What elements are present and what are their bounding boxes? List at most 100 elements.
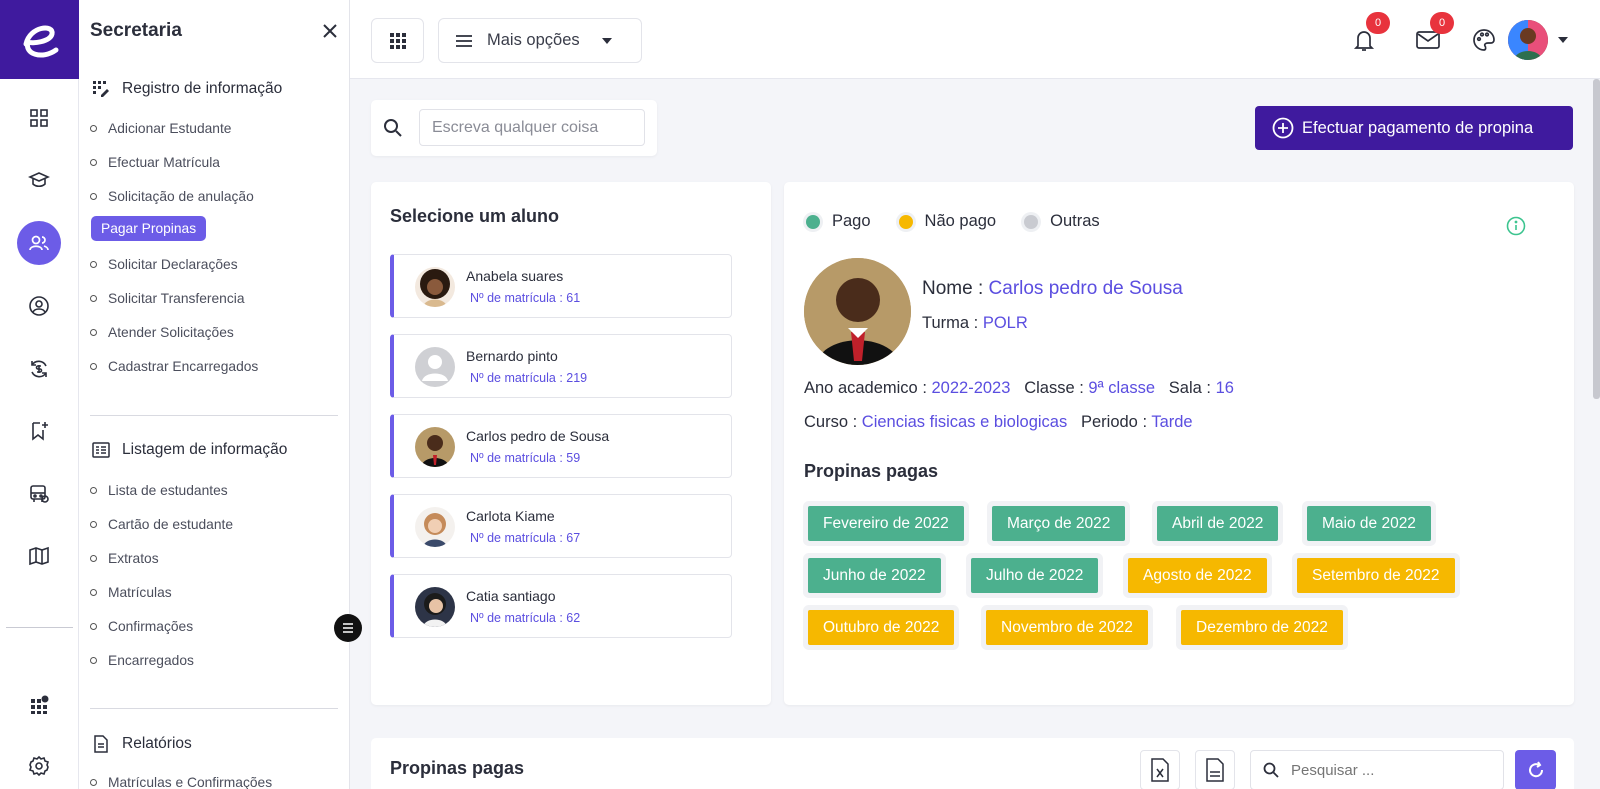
- close-icon[interactable]: [321, 22, 339, 40]
- student-name-row: Nome : Carlos pedro de Sousa: [922, 278, 1183, 299]
- panel-toggle-button[interactable]: [334, 614, 362, 642]
- bus-icon[interactable]: [17, 472, 61, 516]
- search-card: [371, 100, 657, 156]
- menu-cartao-estudante[interactable]: Cartão de estudante: [90, 517, 233, 532]
- legend-paid: Pago: [806, 212, 871, 231]
- student-item[interactable]: Catia santiago Nº de matrícula : 62: [390, 574, 732, 638]
- csv-export-icon: [1206, 758, 1224, 782]
- users-icon[interactable]: [17, 221, 61, 265]
- refresh-button[interactable]: [1515, 750, 1556, 789]
- menu-extratos[interactable]: Extratos: [90, 551, 159, 566]
- bookmark-add-icon[interactable]: [17, 409, 61, 453]
- search-icon: [1263, 762, 1279, 778]
- menu-cadastrar-encarregados[interactable]: Cadastrar Encarregados: [90, 359, 258, 374]
- academic-year-row: Ano academico : 2022-2023 Classe : 9ª cl…: [804, 379, 1234, 397]
- apps-button[interactable]: [371, 18, 424, 63]
- menu-matriculas[interactable]: Matrículas: [90, 585, 172, 600]
- secretaria-panel: Secretaria Registro de informação Adicio…: [79, 0, 350, 789]
- book-map-icon[interactable]: [17, 534, 61, 578]
- students-card: Selecione um aluno Anabela suares Nº de …: [371, 182, 771, 705]
- menu-lista-estudantes[interactable]: Lista de estudantes: [90, 483, 228, 498]
- menu-pagar-propinas[interactable]: Pagar Propinas: [91, 216, 207, 241]
- search-icon: [384, 119, 402, 137]
- student-item[interactable]: Carlota Kiame Nº de matrícula : 67: [390, 494, 732, 558]
- student-photo: [415, 267, 455, 307]
- settings-icon[interactable]: [17, 744, 61, 788]
- student-list[interactable]: Anabela suares Nº de matrícula : 61 Bern…: [390, 254, 737, 654]
- dashboard-icon[interactable]: [17, 96, 61, 140]
- search-input[interactable]: [419, 109, 645, 146]
- month-chip[interactable]: Setembro de 2022: [1297, 558, 1455, 593]
- export-csv-button[interactable]: [1195, 750, 1235, 789]
- panel-title: Secretaria: [90, 20, 182, 41]
- topbar: Mais opções 0 0: [350, 0, 1600, 79]
- month-chip[interactable]: Novembro de 2022: [986, 610, 1148, 645]
- apps-badge-icon[interactable]: [17, 682, 61, 726]
- paid-fees-title: Propinas pagas: [804, 461, 939, 481]
- section-registro[interactable]: Registro de informação: [92, 80, 282, 98]
- menu-solicitar-transferencia[interactable]: Solicitar Transferencia: [90, 291, 245, 306]
- menu-encarregados[interactable]: Encarregados: [90, 653, 194, 668]
- month-chip[interactable]: Março de 2022: [992, 506, 1126, 541]
- list-card-icon: [92, 442, 110, 458]
- plus-circle-icon: [1272, 117, 1294, 139]
- avatar-caret-icon[interactable]: [1558, 37, 1568, 43]
- month-chip[interactable]: Fevereiro de 2022: [808, 506, 964, 541]
- more-options-label: Mais opções: [487, 31, 580, 49]
- menu-solicitacao-anulacao[interactable]: Solicitação de anulação: [90, 189, 254, 204]
- menu-atender-solicitacoes[interactable]: Atender Solicitações: [90, 325, 234, 340]
- status-legend: Pago Não pago Outras: [806, 212, 1100, 231]
- menu-adicionar-estudante[interactable]: Adicionar Estudante: [90, 121, 232, 136]
- student-detail-card: Pago Não pago Outras Nome : Carlos pedro…: [784, 182, 1574, 705]
- student-item[interactable]: Anabela suares Nº de matrícula : 61: [390, 254, 732, 318]
- month-chip[interactable]: Junho de 2022: [808, 558, 941, 593]
- student-photo: [415, 507, 455, 547]
- month-chip[interactable]: Agosto de 2022: [1128, 558, 1267, 593]
- menu-matriculas-confirmacoes[interactable]: Matrículas e Confirmações: [90, 775, 272, 789]
- page-scrollbar[interactable]: [1593, 79, 1600, 399]
- menu-confirmacoes[interactable]: Confirmações: [90, 619, 193, 634]
- course-row: Curso : Ciencias fisicas e biologicas Pe…: [804, 413, 1193, 431]
- menu-efectuar-matricula[interactable]: Efectuar Matrícula: [90, 155, 220, 170]
- menu-icon: [343, 623, 353, 633]
- icon-rail: [0, 0, 79, 789]
- menu-solicitar-declaracoes[interactable]: Solicitar Declarações: [90, 257, 238, 272]
- students-title: Selecione um aluno: [390, 206, 560, 226]
- section-relatorios[interactable]: Relatórios: [92, 735, 192, 753]
- student-photo: [415, 427, 455, 467]
- panel-divider: [90, 708, 338, 709]
- month-chip[interactable]: Maio de 2022: [1307, 506, 1431, 541]
- month-chip[interactable]: Julho de 2022: [971, 558, 1099, 593]
- export-excel-button[interactable]: [1140, 750, 1180, 789]
- app-logo[interactable]: [0, 0, 79, 79]
- theme-button[interactable]: [1470, 26, 1498, 54]
- paid-fees-table-title: Propinas pagas: [390, 758, 525, 778]
- pay-tuition-button[interactable]: Efectuar pagamento de propina: [1255, 106, 1573, 150]
- refresh-icon: [1528, 761, 1543, 778]
- notifications-badge: 0: [1366, 12, 1390, 34]
- student-item[interactable]: Carlos pedro de Sousa Nº de matrícula : …: [390, 414, 732, 478]
- user-circle-icon[interactable]: [17, 284, 61, 328]
- currency-exchange-icon[interactable]: [17, 347, 61, 391]
- table-search: [1250, 750, 1504, 789]
- section-listagem-title: Listagem de informação: [122, 441, 288, 458]
- graduation-cap-icon[interactable]: [17, 158, 61, 202]
- month-chip[interactable]: Abril de 2022: [1157, 506, 1279, 541]
- info-icon[interactable]: [1506, 216, 1526, 236]
- hamburger-icon: [456, 34, 472, 47]
- notifications-button[interactable]: 0: [1350, 12, 1390, 54]
- excel-export-icon: [1151, 758, 1169, 782]
- panel-divider: [90, 415, 338, 416]
- paid-fees-table-card: Propinas pagas: [371, 738, 1574, 789]
- student-item[interactable]: Bernardo pinto Nº de matrícula : 219: [390, 334, 732, 398]
- report-icon: [94, 735, 108, 753]
- apps-grid-icon: [389, 32, 406, 49]
- month-chip[interactable]: Outubro de 2022: [808, 610, 955, 645]
- messages-button[interactable]: 0: [1414, 12, 1454, 54]
- user-avatar[interactable]: [1508, 20, 1548, 60]
- section-listagem[interactable]: Listagem de informação: [92, 441, 287, 459]
- more-options-button[interactable]: Mais opções: [438, 18, 642, 63]
- month-chip[interactable]: Dezembro de 2022: [1181, 610, 1343, 645]
- student-name: Carlos pedro de Sousa: [988, 278, 1183, 299]
- table-search-input[interactable]: [1291, 756, 1496, 784]
